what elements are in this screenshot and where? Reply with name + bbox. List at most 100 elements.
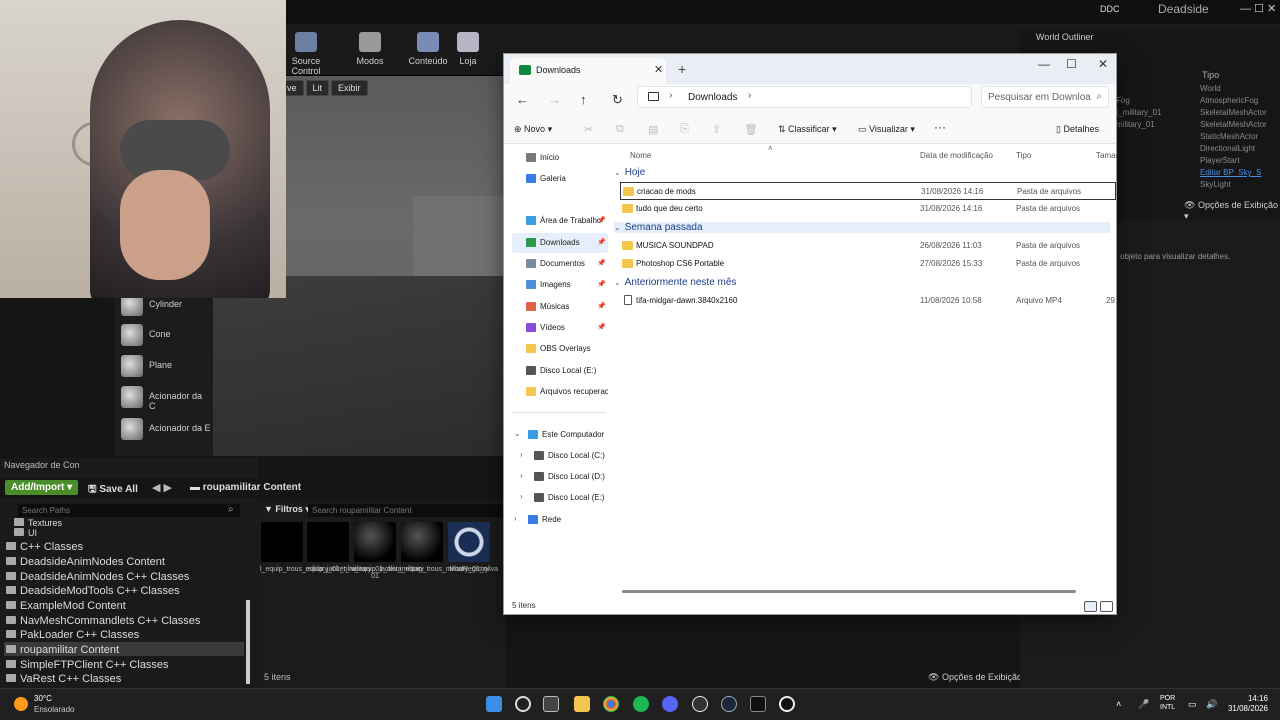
file-row[interactable]: criacao de mods 31/08/2026 14:16 Pasta de … — [620, 182, 1116, 200]
asset-tile[interactable]: equip_jacket_military_01_oliva — [306, 522, 401, 573]
tree-item[interactable]: UI — [14, 528, 37, 538]
new-button[interactable]: ⊕ Novo ▾ — [514, 124, 552, 135]
obs-icon[interactable] — [692, 696, 708, 712]
pin-icon[interactable]: 📌 — [597, 259, 606, 267]
close-tab-icon[interactable]: ✕ — [654, 63, 663, 76]
tree-item[interactable]: DeadsideAnimNodes Content — [6, 556, 165, 568]
outliner-item[interactable]: military_01 — [1116, 120, 1155, 129]
chevron-up-icon[interactable]: ˄ — [1116, 699, 1121, 709]
thumbnails-view-toggle[interactable] — [1100, 601, 1113, 612]
search-assets-input[interactable]: Search roupamilitar Content — [308, 504, 504, 517]
tree-item[interactable]: roupamilitar Content — [6, 644, 119, 656]
steam-icon[interactable] — [721, 696, 737, 712]
cut-icon[interactable]: ✂ — [584, 123, 593, 136]
network-icon[interactable]: ▭ — [1188, 699, 1197, 710]
breadcrumb-downloads[interactable]: Downloads — [688, 92, 737, 103]
horizontal-scrollbar[interactable] — [622, 590, 1076, 593]
tree-item[interactable]: Textures — [14, 518, 62, 528]
sort-button[interactable]: ⇅ Classificar ▾ — [778, 124, 837, 135]
back-button[interactable]: ← — [516, 92, 529, 107]
nav-item-music[interactable]: Músicas 📌 — [512, 297, 608, 317]
chevron-down-icon[interactable]: ⌄ — [514, 429, 521, 438]
asset-tile[interactable]: l_equip_trous_military_01_oliva — [260, 522, 358, 573]
tree-item[interactable]: PakLoader C++ Classes — [6, 629, 139, 641]
source-control-button[interactable]: Source Control — [280, 32, 332, 76]
col-size-header[interactable]: Tamar — [1096, 151, 1118, 160]
group-header[interactable]: ⌄ Hoje — [614, 167, 645, 178]
chevron-right-icon[interactable]: › — [520, 471, 523, 480]
place-sphere-trigger[interactable]: Acionador da E — [119, 416, 211, 442]
tree-item[interactable]: DeadsideModTools C++ Classes — [6, 585, 180, 597]
tree-item[interactable]: VaRest C++ Classes — [6, 673, 121, 685]
chevron-right-icon[interactable]: › — [520, 450, 523, 459]
copy-icon[interactable]: ⧉ — [616, 123, 624, 136]
volume-icon[interactable]: 🔊 — [1206, 699, 1217, 710]
tree-scrollbar[interactable] — [246, 600, 250, 684]
explorer-tab[interactable]: Downloads ✕ — [510, 58, 666, 84]
nav-tree-item[interactable]: › Disco Local (E:) — [518, 488, 614, 508]
tree-item[interactable]: SimpleFTPClient C++ Classes — [6, 659, 169, 671]
col-type-header[interactable]: Tipo — [1016, 151, 1031, 160]
col-type-header[interactable]: Tipo — [1202, 70, 1219, 80]
search-icon[interactable] — [515, 696, 531, 712]
maximize-button[interactable]: ☐ — [1066, 57, 1077, 71]
content-path[interactable]: ▬ roupamilitar Content — [190, 482, 301, 493]
nav-item-desktop[interactable]: Área de Trabalho 📌 — [512, 211, 608, 231]
view-options-button[interactable]: 👁 Opções de Exibição ▾ — [928, 672, 1029, 683]
view-button[interactable]: ▭ Visualizar ▾ — [858, 124, 915, 135]
show-button[interactable]: Exibir — [331, 80, 368, 96]
file-explorer-icon[interactable] — [574, 696, 590, 712]
file-row[interactable]: tudo que deu certo 31/08/2026 14:16 Pasta … — [620, 200, 1116, 218]
asset-tile[interactable]: ModRegistry — [447, 522, 491, 573]
asset-tile[interactable]: i_equip_jacket_military 01 — [353, 522, 424, 580]
col-date-header[interactable]: Data de modificação — [920, 151, 993, 160]
nav-item-images[interactable]: Imagens 📌 — [512, 275, 608, 295]
delete-icon[interactable]: 🗑 — [744, 123, 758, 136]
pin-icon[interactable]: 📌 — [597, 280, 606, 288]
nav-tree-item[interactable]: › Rede — [512, 510, 608, 530]
forward-button[interactable]: → — [548, 92, 561, 107]
history-arrows[interactable]: ◀ ▶ — [152, 481, 172, 494]
place-cone[interactable]: Cone — [119, 322, 211, 348]
nav-tree-item[interactable]: › Disco Local (C:) — [518, 446, 614, 466]
refresh-button[interactable]: ↻ — [612, 92, 623, 108]
place-plane[interactable]: Plane — [119, 353, 211, 379]
weather-widget[interactable]: 30°C Ensolarado — [14, 693, 104, 715]
more-options-button[interactable]: ··· — [934, 120, 946, 134]
asset-tile[interactable]: i_equip_trous_military_01_oliva — [400, 522, 498, 573]
pin-icon[interactable]: 📌 — [597, 216, 606, 224]
world-outliner-tab[interactable]: World Outliner — [1036, 32, 1093, 42]
store-button[interactable]: Loja — [442, 32, 494, 66]
group-header[interactable]: ⌄ Anteriormente neste mês — [614, 277, 736, 288]
details-button[interactable]: ▯ Detalhes — [1056, 124, 1099, 135]
rename-icon[interactable]: ⎘ — [680, 123, 689, 136]
save-all-button[interactable]: 🖫 Save All — [88, 482, 138, 499]
tree-item[interactable]: DeadsideAnimNodes C++ Classes — [6, 571, 189, 583]
filters-button[interactable]: ▼ Filtros ▾ — [264, 504, 310, 515]
outliner-type[interactable]: Editar BP_Sky_S — [1200, 168, 1261, 177]
modes-button[interactable]: Modos — [344, 32, 396, 66]
nav-item-videos[interactable]: Vídeos 📌 — [512, 318, 608, 338]
outliner-item[interactable]: Fog — [1116, 96, 1130, 105]
pin-icon[interactable]: 📌 — [597, 323, 606, 331]
details-view-toggle[interactable] — [1084, 601, 1097, 612]
spotify-icon[interactable] — [633, 696, 649, 712]
new-tab-button[interactable]: + — [678, 61, 686, 77]
terminal-icon[interactable] — [750, 696, 766, 712]
task-view-icon[interactable] — [543, 696, 559, 712]
content-browser-tab[interactable]: Navegador de Con — [4, 460, 80, 476]
search-input[interactable]: Pesquisar em Downloa ⌕ — [981, 86, 1109, 108]
chrome-icon[interactable] — [603, 696, 619, 712]
file-row[interactable]: Photoshop CS6 Portable 27/08/2026 15:33 Pa… — [620, 255, 1116, 273]
clock[interactable]: 14:16 31/08/2026 — [1226, 694, 1268, 714]
nav-item-folder[interactable]: Arquivos recuperac — [512, 382, 608, 402]
pin-icon[interactable]: 📌 — [597, 302, 606, 310]
nav-item-gallery[interactable]: Galeria — [512, 169, 608, 189]
ue-window-controls[interactable]: — ☐ ✕ — [1240, 2, 1276, 15]
nav-item-docs[interactable]: Documentos 📌 — [512, 254, 608, 274]
nav-item-folder[interactable]: OBS Overlays — [512, 339, 608, 359]
col-name-header[interactable]: Nome — [630, 151, 651, 160]
file-row[interactable]: MUSICA SOUNDPAD 26/08/2026 11:03 Pasta de … — [620, 237, 1116, 255]
lit-button[interactable]: Lit — [305, 80, 330, 96]
outliner-view-options[interactable]: 👁 Opções de Exibição ▾ — [1184, 200, 1280, 222]
